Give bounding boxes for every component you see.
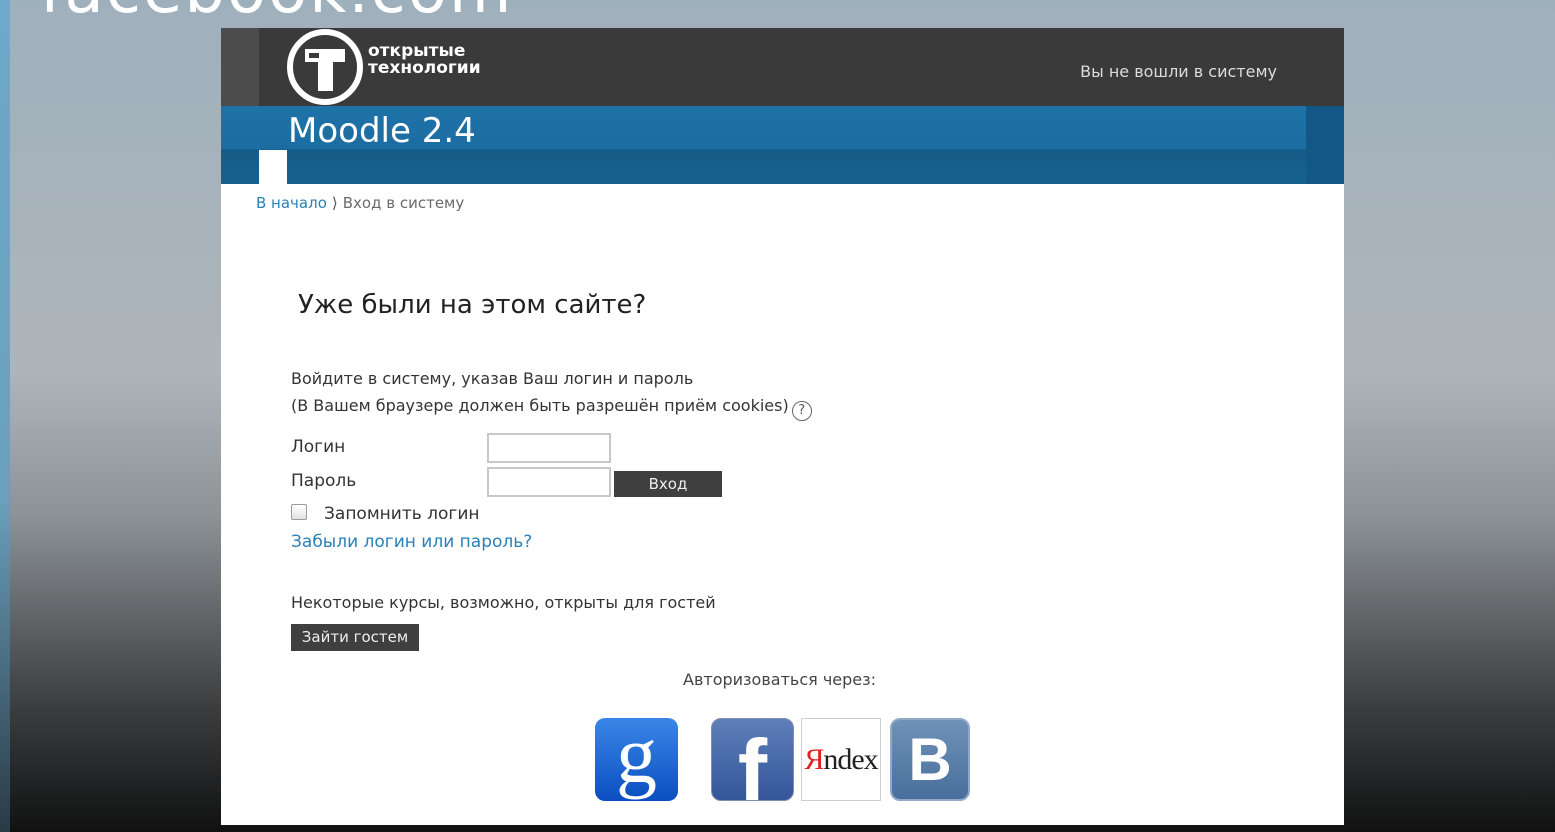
login-description-line1: Войдите в систему, указав Ваш логин и па…: [291, 369, 694, 388]
banner-notch: [259, 150, 287, 184]
password-label: Пароль: [291, 471, 357, 491]
vkontakte-icon[interactable]: B: [890, 718, 970, 801]
google-glyph: g: [616, 718, 657, 800]
password-input[interactable]: [487, 467, 611, 497]
google-icon[interactable]: g: [595, 718, 678, 801]
guest-access-text: Некоторые курсы, возможно, открыты для г…: [291, 593, 716, 612]
yandex-glyph-rest: ndex: [823, 743, 878, 776]
social-auth-label: Авторизоваться через:: [683, 670, 877, 689]
login-button[interactable]: Вход: [614, 471, 722, 497]
help-icon[interactable]: ?: [791, 401, 812, 421]
facebook-glyph: f: [737, 721, 768, 801]
username-label: Логин: [291, 437, 346, 457]
logo-text-line2: технологии: [368, 58, 481, 78]
forgot-password-link[interactable]: Забыли логин или пароль?: [291, 532, 532, 552]
breadcrumb-separator: ⟩: [331, 194, 338, 212]
login-status: Вы не вошли в систему: [1080, 62, 1277, 81]
yandex-icon[interactable]: Яndex: [801, 718, 881, 801]
breadcrumb-current: Вход в систему: [342, 194, 465, 212]
site-title[interactable]: Moodle 2.4: [288, 111, 476, 151]
logo-text: открытые технологии: [368, 43, 481, 77]
vkontakte-glyph: B: [908, 726, 952, 793]
breadcrumb: В начало ⟩ Вход в систему: [256, 194, 464, 212]
site-banner: Moodle 2.4: [221, 106, 1344, 184]
yandex-glyph-red: Я: [804, 743, 824, 776]
username-input[interactable]: [487, 433, 611, 463]
guest-login-button[interactable]: Зайти гостем: [291, 624, 419, 651]
yandex-glyph: Яndex: [802, 719, 880, 800]
site-header: открытые технологии Вы не вошли в систем…: [221, 28, 1344, 106]
header-left-strip: [221, 28, 259, 106]
facebook-icon[interactable]: f: [711, 718, 794, 801]
breadcrumb-home-link[interactable]: В начало: [256, 194, 327, 212]
moodle-page: открытые технологии Вы не вошли в систем…: [221, 28, 1344, 825]
login-description: Войдите в систему, указав Ваш логин и па…: [291, 365, 812, 421]
background-left-strip: [0, 0, 10, 832]
background-top-text: facebook.com: [40, 0, 513, 14]
banner-right-strip: [1306, 106, 1344, 184]
remember-username-checkbox[interactable]: [291, 504, 307, 520]
remember-username-label[interactable]: Запомнить логин: [324, 504, 480, 524]
login-description-line2: (В Вашем браузере должен быть разрешён п…: [291, 392, 812, 421]
open-technologies-logo-icon[interactable]: [287, 29, 363, 105]
cookies-note: (В Вашем браузере должен быть разрешён п…: [291, 396, 789, 415]
login-heading: Уже были на этом сайте?: [298, 290, 647, 320]
